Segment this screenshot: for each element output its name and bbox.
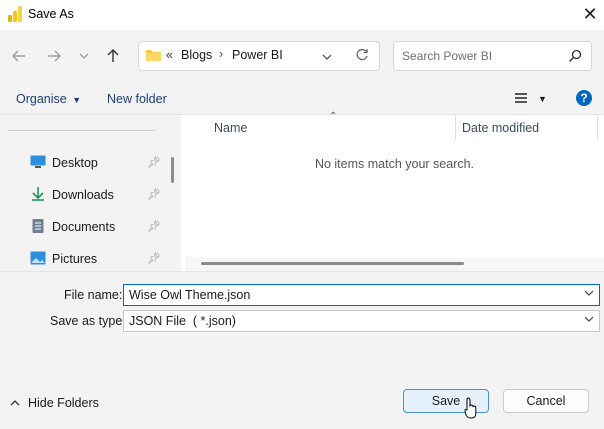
pictures-icon [30,251,46,268]
column-header-date-modified[interactable]: Date modified [462,121,539,135]
file-name-value: Wise Owl Theme.json [129,288,251,302]
up-arrow-icon[interactable] [102,45,124,67]
forward-arrow-icon[interactable] [43,45,65,67]
save-as-type-value: JSON File ( *.json) [129,314,236,328]
save-as-type-select[interactable]: JSON File ( *.json) [123,310,600,332]
empty-message: No items match your search. [314,157,475,171]
pin-icon[interactable]: 📌︎ [147,252,161,265]
chevron-down-icon[interactable] [584,288,594,300]
save-as-type-label: Save as type: [50,314,126,328]
search-box[interactable]: Search Power BI [393,41,592,71]
document-icon [30,218,46,237]
save-form: File name: Wise Owl Theme.json Save as t… [0,271,604,429]
sidebar-item-label: Downloads [52,188,114,202]
sidebar-item-downloads[interactable]: Downloads 📌︎ [30,183,165,207]
pin-icon[interactable]: 📌︎ [147,220,161,233]
sidebar-item-documents[interactable]: Documents 📌︎ [30,215,165,239]
nav-pane-scrollbar[interactable] [171,157,174,183]
column-divider[interactable] [597,115,598,140]
title-bar: Save As ✕ [0,0,604,30]
new-folder-button[interactable]: New folder [107,92,167,106]
pin-icon[interactable]: 📌︎ [147,188,161,201]
horizontal-scrollbar-thumb[interactable] [201,262,464,265]
sidebar-item-label: Pictures [52,252,98,266]
hide-folders-button[interactable]: Hide Folders [10,396,99,410]
search-icon[interactable] [568,49,582,66]
refresh-icon[interactable] [355,48,369,65]
sidebar-item-pictures[interactable]: Pictures 📌︎ [30,247,165,271]
close-icon[interactable]: ✕ [576,0,604,28]
organise-label: Organise [16,92,67,106]
chevron-up-icon [10,400,20,406]
file-name-field[interactable]: Wise Owl Theme.json [123,284,600,306]
hide-folders-label: Hide Folders [28,396,99,410]
sidebar-item-label: Desktop [52,156,98,170]
breadcrumb-blogs[interactable]: Blogs [181,48,212,62]
folder-icon [145,48,162,62]
column-divider[interactable] [455,115,456,140]
chevron-down-icon: ▼ [72,95,82,105]
navigation-pane: Desktop 📌︎ Downloads 📌︎ Documents 📌︎ Pic… [0,115,181,271]
file-list[interactable]: ⌃ Name Date modified No items match your… [181,111,604,271]
column-header-name[interactable]: Name [214,121,247,135]
view-dropdown-chevron-icon[interactable]: ▼ [538,94,547,104]
cancel-button[interactable]: Cancel [503,389,589,413]
sidebar-item-desktop[interactable]: Desktop 📌︎ [30,151,165,175]
sort-ascending-icon: ⌃ [329,111,338,122]
power-bi-icon [8,6,22,22]
pin-icon[interactable]: 📌︎ [147,156,161,169]
mouse-cursor-icon [464,397,478,422]
breadcrumb-separator-icon: › [219,47,224,61]
recent-locations-chevron-icon[interactable] [73,45,95,67]
view-options-icon[interactable] [514,92,528,107]
window-title: Save As [28,7,74,21]
breadcrumb-power-bi[interactable]: Power BI [232,48,283,62]
desktop-icon [30,155,46,171]
command-bar: Organise ▼ New folder ▼ ? [0,84,604,115]
download-icon [30,186,46,205]
address-dropdown-chevron-icon[interactable] [322,50,332,64]
back-arrow-icon[interactable] [8,45,30,67]
search-input[interactable]: Search Power BI [402,49,492,63]
sidebar-item-label: Documents [52,220,116,234]
address-bar[interactable]: « Blogs › Power BI [138,41,380,71]
file-name-label: File name: [64,288,123,302]
nav-divider [8,130,155,131]
help-icon[interactable]: ? [576,90,592,106]
organise-menu[interactable]: Organise ▼ [16,92,81,106]
breadcrumb-overflow[interactable]: « [166,48,173,62]
chevron-down-icon[interactable] [584,314,594,326]
